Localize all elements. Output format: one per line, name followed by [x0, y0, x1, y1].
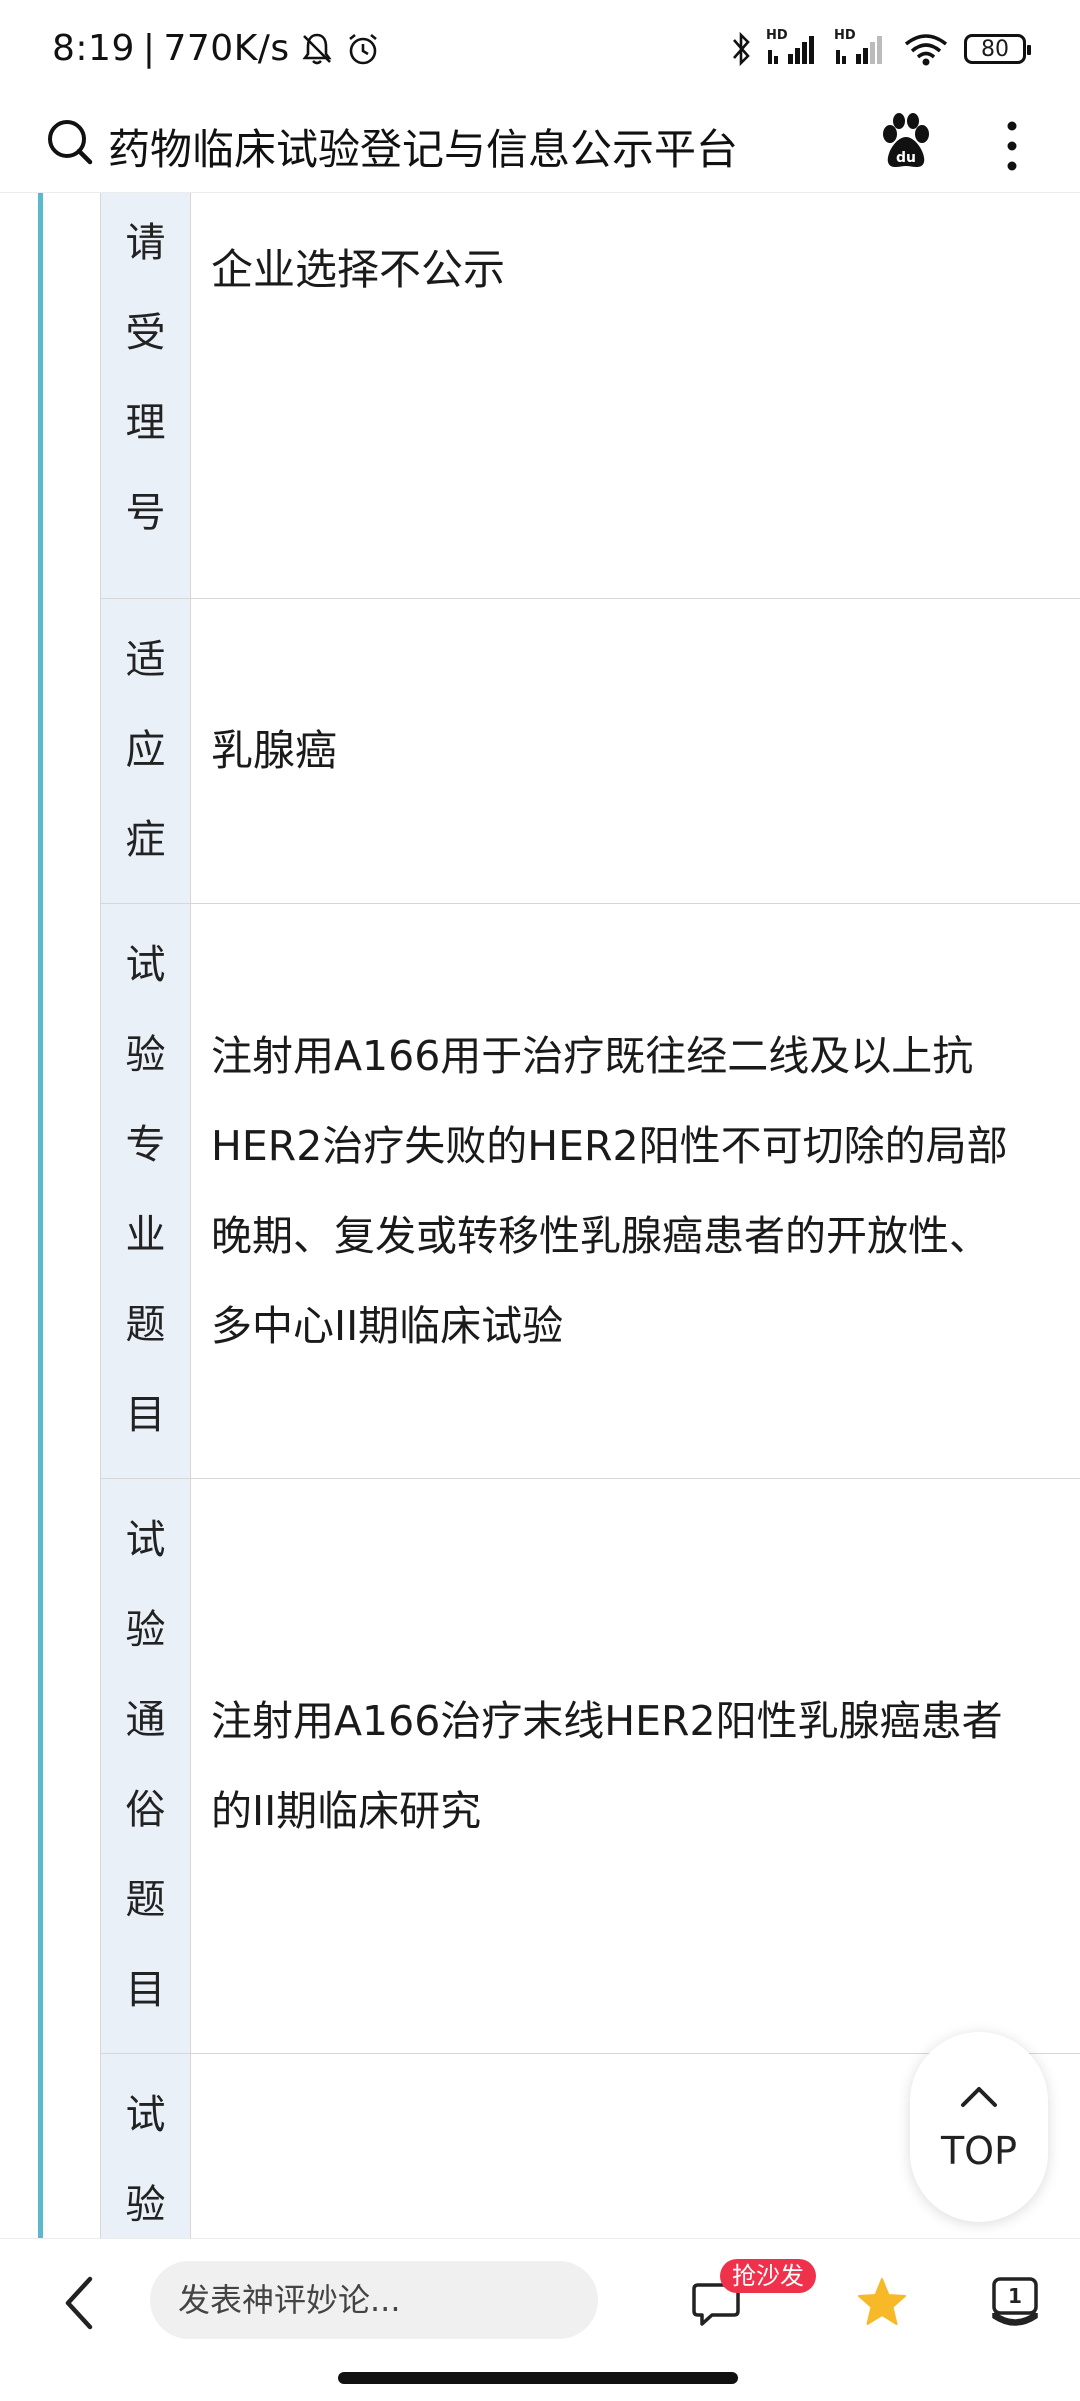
table-row: 试 验 通 俗 题 目 注射用A166治疗末线HER2阳性乳腺癌患者 的II期临… [101, 1479, 1080, 2054]
label-char: 验 [125, 1032, 166, 1078]
label-char: 理 [125, 400, 166, 446]
label-char: 通 [125, 1697, 166, 1743]
scroll-to-top-button[interactable]: TOP [910, 2032, 1048, 2222]
text-line: 多中心II期临床试验 [211, 1302, 564, 1350]
label-char: 症 [125, 817, 166, 863]
label-char: 俗 [125, 1787, 166, 1833]
label-char: 目 [125, 1967, 166, 2013]
row-label: 适 应 症 [101, 599, 191, 903]
comment-input[interactable]: 发表神评妙论... [150, 2261, 598, 2339]
indication-value: 乳腺癌 [211, 726, 338, 775]
row-value: 注射用A166用于治疗既往经二线及以上抗 HER2治疗失败的HER2阳性不可切除… [191, 904, 1080, 1478]
public-title-value: 注射用A166治疗末线HER2阳性乳腺癌患者 的II期临床研究 [211, 1676, 1003, 1856]
label-char: 请 [125, 220, 166, 266]
status-left: 8:19 | 770K/s [52, 28, 382, 69]
page-title[interactable]: 药物临床试验登记与信息公示平台 [108, 116, 738, 177]
tabs-icon[interactable]: 1 [986, 2273, 1044, 2331]
network-speed: 770K/s [163, 28, 290, 69]
battery-indicator: 80 [964, 34, 1031, 64]
status-bar: 8:19 | 770K/s HD HD 80 [0, 0, 1080, 100]
row-value: 注射用A166治疗末线HER2阳性乳腺癌患者 的II期临床研究 [191, 1479, 1080, 2053]
bluetooth-icon [733, 31, 750, 67]
signal-1: HD [766, 28, 820, 68]
row-value: 企业选择不公示 [191, 193, 1080, 598]
app-toolbar: 药物临床试验登记与信息公示平台 du [0, 100, 1080, 193]
label-char: 验 [125, 2182, 166, 2228]
label-char: 专 [125, 1122, 166, 1168]
alarm-clock-icon [348, 33, 377, 64]
label-char: 试 [125, 2092, 166, 2138]
more-options-icon[interactable] [1000, 116, 1024, 176]
text-line: HER2治疗失败的HER2阳性不可切除的局部 [211, 1122, 1008, 1170]
application-number-value: 企业选择不公示 [211, 245, 506, 294]
trial-info-table: 申 请 受 理 号 企业选择不公示 适 应 症 乳腺癌 试 验 [100, 193, 1080, 2238]
row-label: 试 验 专 业 题 目 [101, 904, 191, 1478]
signal-bars-icon [836, 36, 882, 64]
bell-muted-icon [302, 33, 332, 64]
row-label: 试 验 通 俗 题 目 [101, 1479, 191, 2053]
chevron-up-icon [961, 2087, 997, 2107]
label-char: 题 [125, 1877, 166, 1923]
text-line: 晚期、复发或转移性乳腺癌患者的开放性、 [211, 1212, 990, 1260]
label-char: 业 [125, 1212, 166, 1258]
svg-text:du: du [896, 150, 916, 166]
text-line: 注射用A166治疗末线HER2阳性乳腺癌患者 [211, 1697, 1003, 1745]
row-value: 乳腺癌 [191, 599, 1080, 903]
accent-bar [38, 193, 43, 2238]
signal-bars-icon [768, 36, 814, 64]
text-line: 的II期临床研究 [211, 1787, 482, 1835]
label-char: 适 [125, 637, 166, 683]
baidu-paw-icon[interactable]: du [878, 112, 934, 172]
status-time: 8:19 [52, 28, 135, 69]
label-char: 应 [125, 727, 166, 773]
row-label: 申 请 受 理 号 [101, 193, 191, 598]
label-char: 试 [125, 942, 166, 988]
table-row: 试 验 专 业 题 目 注射用A166用于治疗既往经二线及以上抗 HER2治疗失… [101, 904, 1080, 1479]
status-separator: | [142, 28, 156, 69]
top-label: TOP [940, 2129, 1018, 2173]
row-label: 试 验 [101, 2054, 191, 2238]
label-char: 号 [125, 490, 166, 536]
label-char: 试 [125, 1517, 166, 1563]
favorite-star-icon[interactable] [854, 2275, 910, 2331]
home-indicator[interactable] [338, 2372, 738, 2384]
battery-level: 80 [981, 36, 1009, 62]
wifi-icon [904, 34, 948, 66]
search-icon[interactable] [44, 116, 96, 168]
signal-2: HD [834, 28, 888, 68]
table-row: 适 应 症 乳腺癌 [101, 599, 1080, 904]
tabs-count: 1 [1008, 2284, 1022, 2308]
label-char: 题 [125, 1302, 166, 1348]
back-arrow-icon[interactable] [58, 2273, 98, 2333]
label-char: 验 [125, 1607, 166, 1653]
scientific-title-value: 注射用A166用于治疗既往经二线及以上抗 HER2治疗失败的HER2阳性不可切除… [211, 1011, 1008, 1371]
text-line: 注射用A166用于治疗既往经二线及以上抗 [211, 1032, 974, 1080]
table-row: 申 请 受 理 号 企业选择不公示 [101, 193, 1080, 599]
content-area[interactable]: 申 请 受 理 号 企业选择不公示 适 应 症 乳腺癌 试 验 [0, 193, 1080, 2238]
status-right: HD HD 80 [730, 28, 1031, 68]
label-char: 受 [125, 310, 166, 356]
sofa-badge: 抢沙发 [720, 2259, 816, 2293]
label-char: 目 [125, 1392, 166, 1438]
